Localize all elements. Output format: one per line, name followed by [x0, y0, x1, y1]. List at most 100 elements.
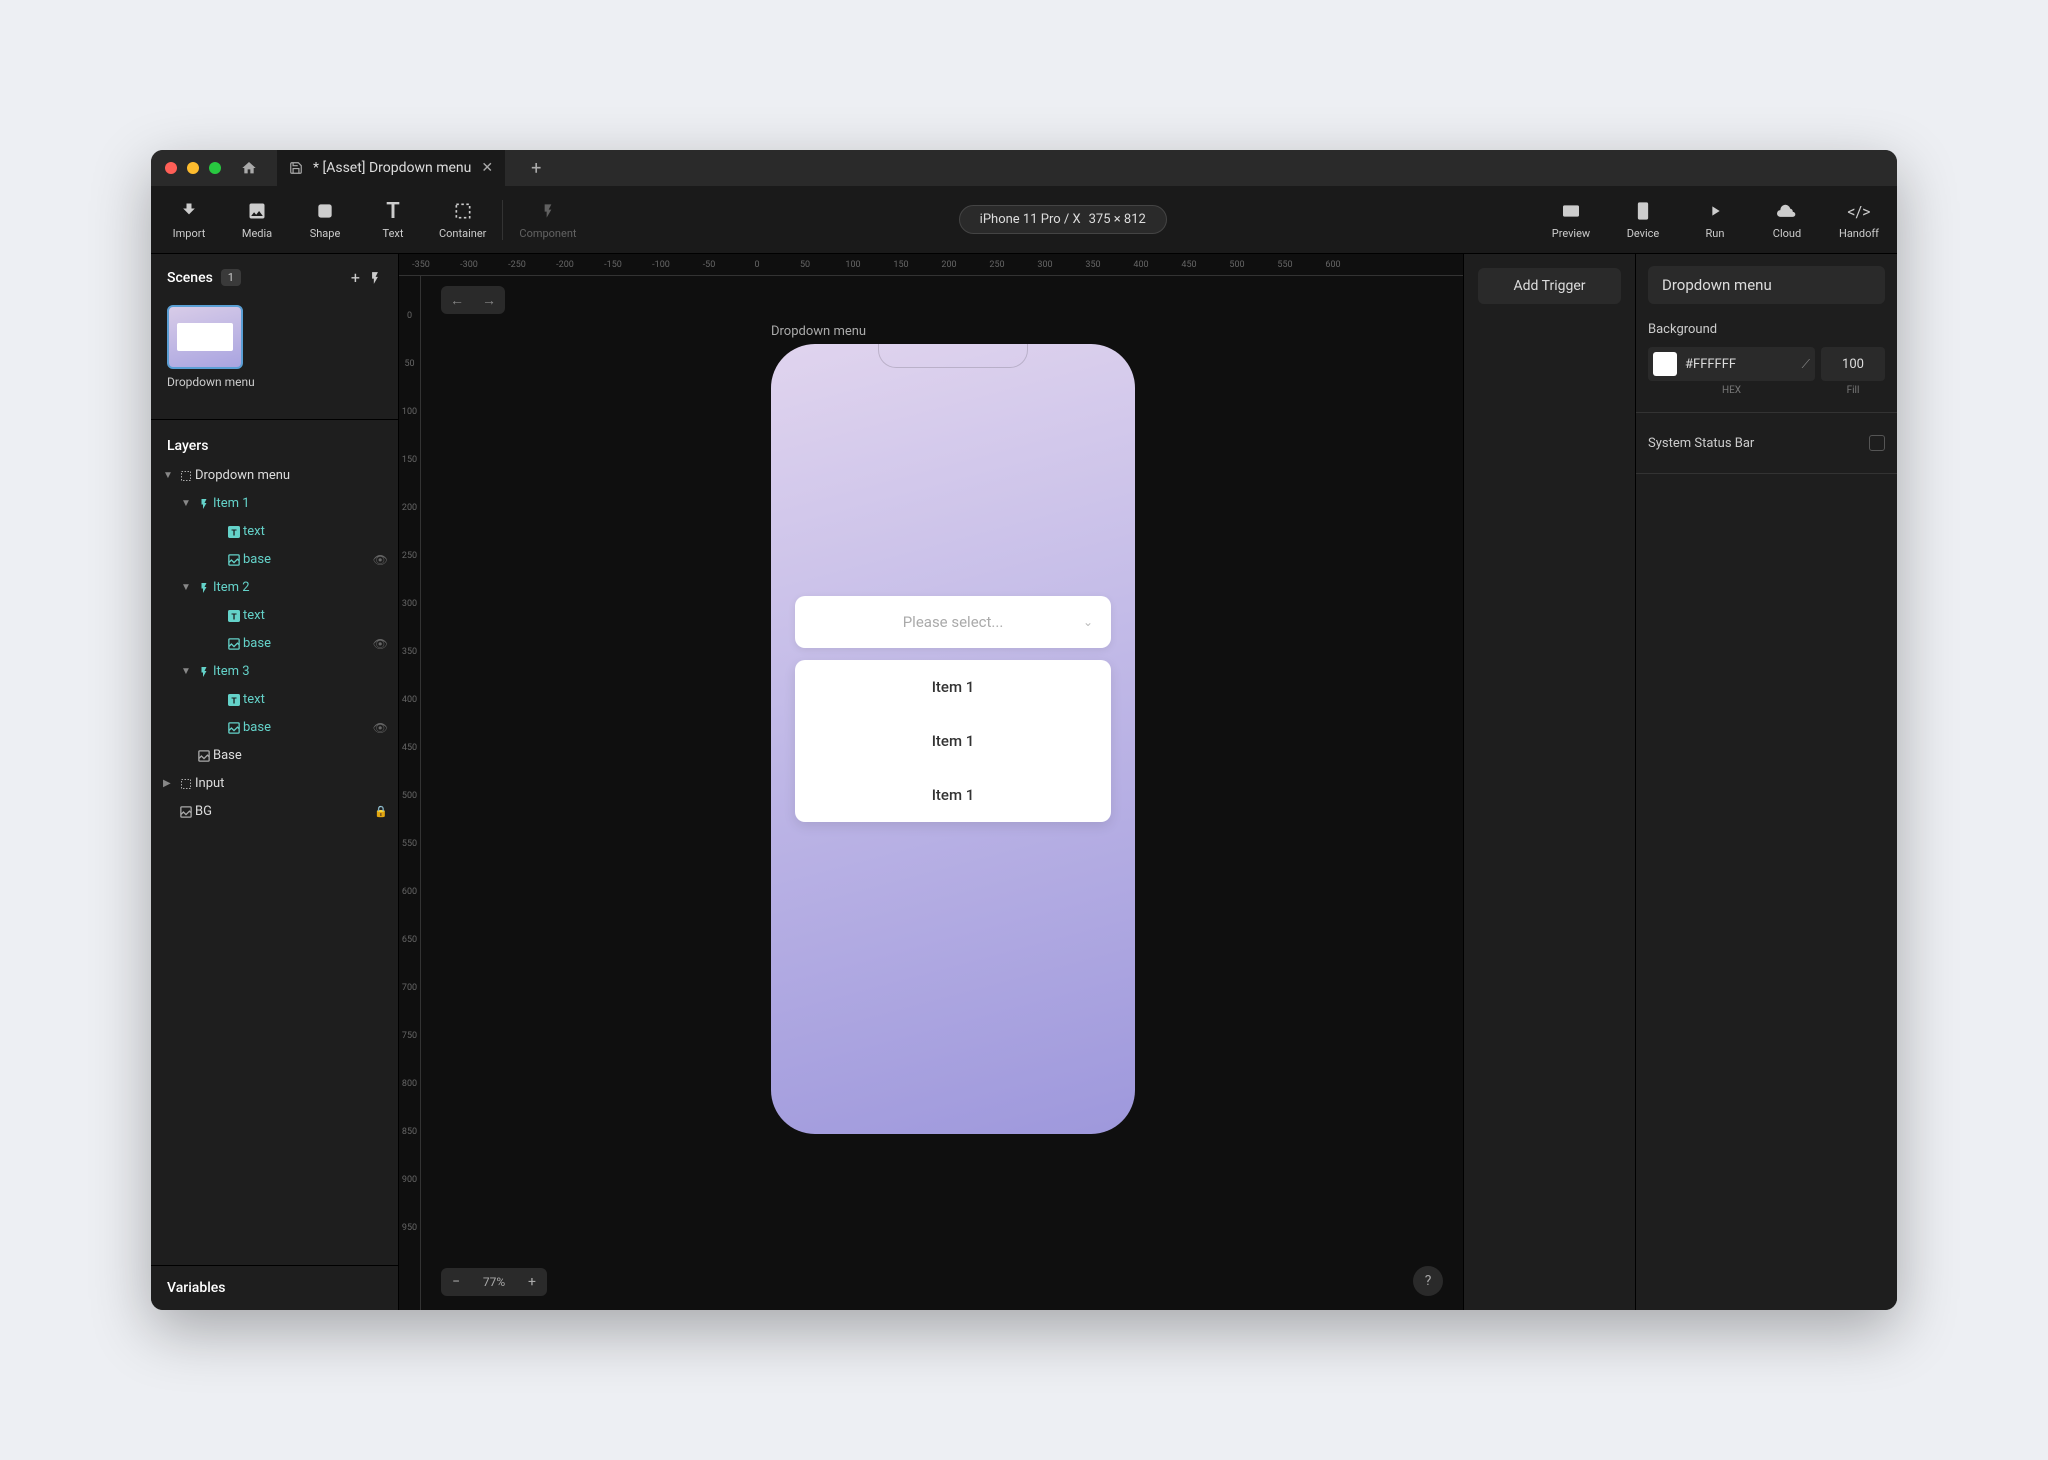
layer-input[interactable]: ▶ Input: [151, 770, 398, 798]
text-layer-icon: T: [225, 526, 243, 538]
chevron-down-icon[interactable]: ▼: [181, 582, 195, 593]
back-button[interactable]: ←: [441, 286, 473, 314]
chevron-down-icon[interactable]: ▼: [181, 498, 195, 509]
handoff-button[interactable]: </> Handoff: [1837, 199, 1881, 240]
ruler-vertical: 0501001502002503003504004505005506006507…: [399, 276, 421, 1310]
color-sublabels: HEX Fill: [1648, 385, 1885, 396]
dropdown-item[interactable]: Item 1: [795, 768, 1111, 822]
canvas[interactable]: ← → Dropdown menu Please select... ⌄: [421, 276, 1463, 1310]
import-icon: [179, 199, 199, 223]
variables-title[interactable]: Variables: [151, 1265, 398, 1310]
component-button[interactable]: Component: [519, 199, 576, 240]
status-bar-checkbox[interactable]: [1869, 435, 1885, 451]
add-trigger-button[interactable]: Add Trigger: [1478, 268, 1621, 304]
close-tab-icon[interactable]: ✕: [481, 160, 493, 176]
layer-item-2-text[interactable]: T text: [151, 602, 398, 630]
app-body: Scenes 1 + Dropdown menu Layers ▼ Dropdo…: [151, 254, 1897, 1310]
preview-icon: [1561, 199, 1581, 223]
inspector-divider: [1636, 412, 1897, 413]
scene-action-icon[interactable]: [368, 271, 382, 285]
layer-item-2-base[interactable]: base 👁: [151, 630, 398, 658]
ruler-tick: 700: [402, 983, 417, 993]
forward-button[interactable]: →: [473, 286, 505, 314]
fill-input[interactable]: 100: [1821, 347, 1885, 381]
ruler-tick: 950: [402, 1223, 417, 1233]
add-tab-button[interactable]: +: [521, 158, 551, 179]
layer-item-1-base[interactable]: base 👁: [151, 546, 398, 574]
ruler-tick: -300: [460, 260, 478, 270]
zoom-out-button[interactable]: −: [441, 1274, 471, 1290]
preview-button[interactable]: Preview: [1549, 199, 1593, 240]
layer-item-1[interactable]: ▼ Item 1: [151, 490, 398, 518]
zoom-in-button[interactable]: +: [517, 1274, 547, 1290]
device-button[interactable]: Device: [1621, 199, 1665, 240]
hex-value[interactable]: #FFFFFF: [1685, 357, 1794, 372]
dropdown-placeholder: Please select...: [903, 613, 1004, 631]
color-input[interactable]: #FFFFFF ⟋: [1648, 347, 1815, 381]
layer-item-2[interactable]: ▼ Item 2: [151, 574, 398, 602]
artboard[interactable]: Please select... ⌄ Item 1 Item 1 Item 1: [771, 344, 1135, 1134]
image-layer-icon: [177, 806, 195, 818]
device-selector[interactable]: iPhone 11 Pro / X 375 × 812: [959, 205, 1167, 234]
run-button[interactable]: Run: [1693, 199, 1737, 240]
container-icon: [453, 199, 473, 223]
ruler-tick: 600: [1325, 260, 1340, 270]
zoom-value[interactable]: 77%: [471, 1275, 517, 1289]
eyedropper-icon[interactable]: ⟋: [1802, 357, 1810, 372]
ruler-tick: 550: [402, 839, 417, 849]
ruler-tick: 350: [1085, 260, 1100, 270]
visibility-icon[interactable]: 👁: [373, 553, 398, 567]
ruler-tick: 650: [402, 935, 417, 945]
ruler-tick: 0: [754, 260, 759, 270]
ruler-tick: -50: [703, 260, 716, 270]
text-icon: T: [386, 199, 400, 223]
media-icon: [247, 199, 267, 223]
svg-text:T: T: [231, 696, 237, 706]
layer-dropdown-menu[interactable]: ▼ Dropdown menu: [151, 462, 398, 490]
layer-base[interactable]: Base: [151, 742, 398, 770]
chevron-right-icon[interactable]: ▶: [163, 778, 177, 789]
layer-item-3-text[interactable]: T text: [151, 686, 398, 714]
dropdown-item[interactable]: Item 1: [795, 714, 1111, 768]
lock-icon[interactable]: 🔒: [374, 805, 398, 818]
cloud-icon: [1777, 199, 1797, 223]
ruler-tick: 0: [407, 311, 412, 321]
dropdown-trigger[interactable]: Please select... ⌄: [795, 596, 1111, 648]
visibility-icon[interactable]: 👁: [373, 721, 398, 735]
close-window-button[interactable]: [165, 162, 177, 174]
import-button[interactable]: Import: [167, 199, 211, 240]
layer-bg[interactable]: BG 🔒: [151, 798, 398, 826]
dropdown-item[interactable]: Item 1: [795, 660, 1111, 714]
media-button[interactable]: Media: [235, 199, 279, 240]
help-button[interactable]: ?: [1413, 1266, 1443, 1296]
chevron-down-icon[interactable]: ▼: [163, 470, 177, 481]
document-tab[interactable]: * [Asset] Dropdown menu ✕: [277, 150, 505, 186]
scene-thumbnail[interactable]: Dropdown menu: [167, 305, 382, 391]
layer-item-3[interactable]: ▼ Item 3: [151, 658, 398, 686]
add-scene-icon[interactable]: +: [351, 268, 360, 287]
tool-group-right: Preview Device Run Cloud </> Handoff: [1549, 199, 1881, 240]
container-button[interactable]: Container: [439, 199, 486, 240]
layer-item-3-base[interactable]: base 👁: [151, 714, 398, 742]
ruler-tick: 150: [402, 455, 417, 465]
svg-text:T: T: [231, 528, 237, 538]
shape-button[interactable]: Shape: [303, 199, 347, 240]
text-button[interactable]: T Text: [371, 199, 415, 240]
inspector-panel: Dropdown menu Background #FFFFFF ⟋ 100 H…: [1635, 254, 1897, 1310]
ruler-tick: 300: [402, 599, 417, 609]
svg-text:T: T: [231, 612, 237, 622]
layer-item-1-text[interactable]: T text: [151, 518, 398, 546]
maximize-window-button[interactable]: [209, 162, 221, 174]
background-label: Background: [1648, 322, 1885, 337]
visibility-icon[interactable]: 👁: [373, 637, 398, 651]
cloud-button[interactable]: Cloud: [1765, 199, 1809, 240]
minimize-window-button[interactable]: [187, 162, 199, 174]
image-layer-icon: [225, 554, 243, 566]
ruler-tick: 100: [402, 407, 417, 417]
ruler-tick: -100: [652, 260, 670, 270]
color-swatch[interactable]: [1653, 352, 1677, 376]
artboard-label[interactable]: Dropdown menu: [771, 324, 866, 339]
chevron-down-icon[interactable]: ▼: [181, 666, 195, 677]
home-icon[interactable]: [241, 160, 257, 176]
device-icon: [1637, 199, 1649, 223]
